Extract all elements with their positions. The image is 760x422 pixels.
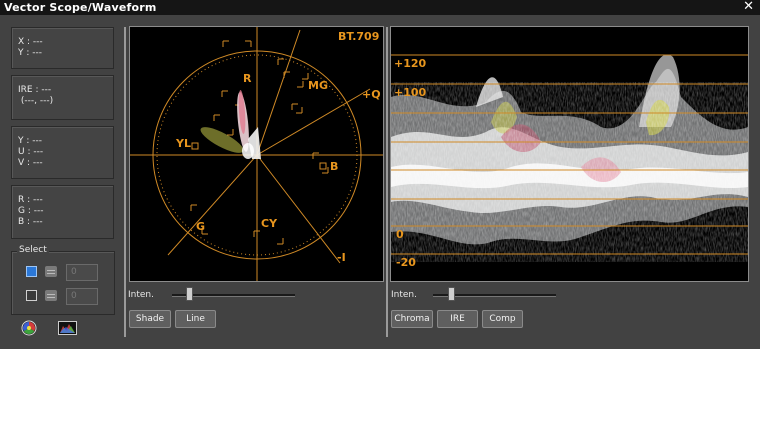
yuv-readout: Y : --- U : --- V : --- (11, 126, 114, 179)
waveform-display[interactable]: +120 +100 0 -20 (390, 26, 749, 282)
close-icon[interactable]: ✕ (743, 0, 754, 14)
chroma-button[interactable]: Chroma (391, 310, 433, 328)
scale-plus-120: +120 (394, 57, 427, 70)
line-button[interactable]: Line (175, 310, 216, 328)
waveform-intensity-label: Inten. (391, 290, 417, 300)
database-icon[interactable] (45, 290, 57, 301)
window-title: Vector Scope/Waveform (4, 1, 157, 14)
database-icon[interactable] (45, 266, 57, 277)
scale-zero: 0 (396, 228, 404, 241)
comp-button[interactable]: Comp (482, 310, 523, 328)
v-value: V : --- (18, 158, 43, 168)
target-yl: YL (176, 137, 191, 150)
color-wheel-icon[interactable] (21, 320, 37, 336)
ire-value: IRE : --- (18, 85, 52, 95)
select-checkbox-2[interactable] (26, 290, 37, 301)
x-value: X : --- (18, 37, 43, 47)
ire-readout: IRE : --- (---, ---) (11, 75, 114, 120)
ire-coords: (---, ---) (18, 96, 54, 106)
vectorscope-graticule (130, 27, 383, 281)
panel-divider-left (124, 27, 126, 337)
target-cy: CY (261, 217, 278, 230)
select-label: Select (17, 245, 49, 255)
scale-minus-20: -20 (396, 256, 416, 269)
vectorscope-display[interactable]: BT.709 R MG +Q YL B G CY -I (129, 26, 384, 282)
target-minus-i: -I (337, 251, 346, 264)
shade-button[interactable]: Shade (129, 310, 171, 328)
panel-divider-right (386, 27, 388, 337)
waveform-intensity-slider[interactable] (448, 287, 455, 301)
vectorscope-intensity-label: Inten. (128, 290, 154, 300)
target-b: B (330, 160, 339, 173)
target-plus-q: +Q (362, 88, 381, 101)
g-value: G : --- (18, 206, 44, 216)
vector-scope-window: Vector Scope/Waveform ✕ X : --- Y : --- … (0, 0, 760, 349)
select-value-field-2[interactable]: 0 (66, 288, 98, 305)
target-mg: MG (308, 79, 328, 92)
r-value: R : --- (18, 195, 43, 205)
xy-readout: X : --- Y : --- (11, 27, 114, 69)
select-checkbox-1[interactable] (26, 266, 37, 277)
rgb-readout: R : --- G : --- B : --- (11, 185, 114, 239)
select-group (11, 251, 115, 315)
y-luma-value: Y : --- (18, 136, 42, 146)
scale-plus-100: +100 (394, 86, 427, 99)
ire-button[interactable]: IRE (437, 310, 478, 328)
u-value: U : --- (18, 147, 44, 157)
standard-label: BT.709 (338, 30, 380, 43)
title-bar[interactable]: Vector Scope/Waveform ✕ (0, 0, 760, 15)
waveform-trace (391, 54, 748, 262)
select-value-field-1[interactable]: 0 (66, 264, 98, 281)
target-r: R (243, 72, 252, 85)
target-g: G (196, 220, 206, 233)
rgb-histogram-icon[interactable] (58, 321, 77, 335)
b-value: B : --- (18, 217, 43, 227)
vectorscope-intensity-slider[interactable] (186, 287, 193, 301)
y-value: Y : --- (18, 48, 42, 58)
